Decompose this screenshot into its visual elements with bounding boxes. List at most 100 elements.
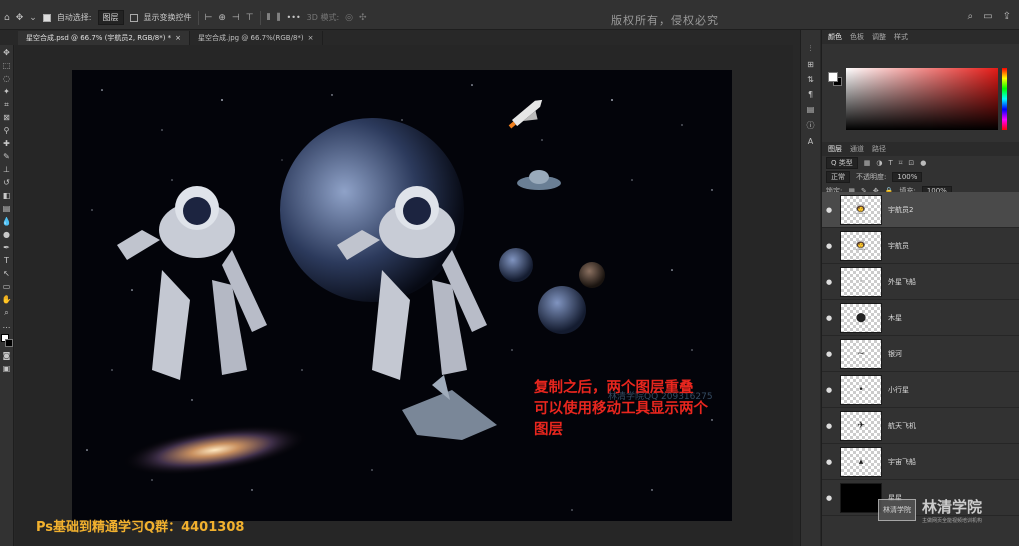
tab-layers[interactable]: 图层 — [828, 144, 842, 154]
layer-list: ● 🧑‍🚀 宇航员2 ● 🧑‍🚀 宇航员 ● · 外星飞船 ● ⬤ 木星 ● ∼ 银河 ● • 小行星 … — [822, 192, 1019, 516]
color-swatches[interactable] — [0, 334, 13, 348]
move-tool-icon[interactable]: ✥ — [16, 13, 24, 23]
healing-brush-icon[interactable]: ✚ — [3, 139, 10, 149]
blend-mode-select[interactable]: 正常 — [826, 171, 850, 183]
visibility-eye-icon[interactable]: ● — [822, 350, 836, 358]
move-tool-icon[interactable]: ✥ — [3, 48, 10, 58]
close-icon[interactable]: × — [308, 34, 314, 42]
tab-color[interactable]: 颜色 — [828, 32, 842, 42]
history-icon[interactable]: ⫶ — [810, 44, 812, 54]
visibility-eye-icon[interactable]: ● — [822, 242, 836, 250]
lasso-tool-icon[interactable]: ◌ — [3, 74, 10, 84]
filter-pixel-icon[interactable]: ▦ — [864, 159, 871, 167]
distribute-icon[interactable]: ⫴ — [267, 13, 271, 23]
frame-tool-icon[interactable]: ⊠ — [3, 113, 10, 123]
layer-row[interactable]: ● ✈ 航天飞机 — [822, 408, 1019, 444]
eraser-tool-icon[interactable]: ◧ — [3, 191, 11, 201]
visibility-eye-icon[interactable]: ● — [822, 206, 836, 214]
crop-tool-icon[interactable]: ⌗ — [4, 100, 9, 110]
history-brush-icon[interactable]: ↺ — [3, 178, 10, 188]
more-tools-icon[interactable]: … — [3, 321, 11, 331]
magic-wand-icon[interactable]: ✦ — [3, 87, 10, 97]
align-center-icon[interactable]: ⊕ — [218, 13, 226, 23]
zoom-tool-icon[interactable]: ⌕ — [4, 308, 8, 318]
opacity-input[interactable]: 100% — [892, 172, 923, 182]
filter-toggle-icon[interactable]: ● — [920, 159, 926, 167]
layer-row[interactable]: ● ⬤ 木星 — [822, 300, 1019, 336]
filter-shape-icon[interactable]: ⌑ — [899, 159, 903, 167]
right-panel: 颜色 色板 调整 样式 图层 通道 路径 Q 类型 ▦ ◑ T ⌑ ⊡ ● 正常… — [821, 30, 1019, 546]
background-color[interactable] — [4, 339, 13, 347]
visibility-eye-icon[interactable]: ● — [822, 458, 836, 466]
layers-panel-tabs: 图层 通道 路径 — [822, 142, 1019, 156]
tab-styles[interactable]: 样式 — [894, 32, 908, 42]
pen-tool-icon[interactable]: ✒ — [3, 243, 10, 253]
screen-mode-icon[interactable]: ▣ — [3, 364, 11, 374]
hand-tool-icon[interactable]: ✋ — [2, 295, 12, 305]
auto-select-checkbox[interactable] — [42, 13, 51, 22]
layer-row[interactable]: ● · 外星飞船 — [822, 264, 1019, 300]
tab-adjustments[interactable]: 调整 — [872, 32, 886, 42]
search-icon[interactable]: ⌕ — [968, 11, 974, 22]
layer-row[interactable]: ● ∼ 银河 — [822, 336, 1019, 372]
distribute-vertical-icon[interactable]: ⫼ — [276, 13, 280, 23]
dodge-tool-icon[interactable]: ● — [3, 230, 10, 240]
type-tool-icon[interactable]: T — [4, 256, 9, 266]
tab-paths[interactable]: 路径 — [872, 144, 886, 154]
paragraph-icon[interactable]: ¶ — [808, 90, 813, 99]
stamp-tool-icon[interactable]: ⊥ — [3, 165, 10, 175]
align-left-icon[interactable]: ⊢ — [205, 13, 213, 23]
tab-psd[interactable]: 星空合成.psd @ 66.7% (宇航员2, RGB/8*) * × — [18, 31, 191, 45]
brush-tool-icon[interactable]: ✎ — [3, 152, 10, 162]
eyedropper-icon[interactable]: ⚲ — [4, 126, 10, 136]
tab-label: 星空合成.jpg @ 66.7%(RGB/8*) — [198, 34, 304, 42]
character-icon[interactable]: A — [808, 137, 813, 146]
visibility-eye-icon[interactable]: ● — [822, 386, 836, 394]
library-icon[interactable]: ▤ — [807, 105, 815, 114]
visibility-eye-icon[interactable]: ● — [822, 278, 836, 286]
3d-orbit-icon[interactable]: ◎ — [345, 13, 353, 23]
color-field[interactable] — [846, 68, 998, 130]
visibility-eye-icon[interactable]: ● — [822, 494, 836, 502]
filter-adjust-icon[interactable]: ◑ — [876, 159, 882, 167]
workspace-icon[interactable]: ▭ — [983, 11, 992, 22]
adjust-icon[interactable]: ⇅ — [807, 75, 814, 84]
layer-filter-select[interactable]: Q 类型 — [826, 157, 858, 169]
layer-name: 宇航员 — [888, 241, 909, 250]
marquee-tool-icon[interactable]: ⬚ — [3, 61, 11, 71]
blur-tool-icon[interactable]: 💧 — [2, 217, 12, 227]
document-canvas[interactable] — [72, 70, 732, 521]
tab-jpg[interactable]: 星空合成.jpg @ 66.7%(RGB/8*) × — [190, 31, 323, 45]
3d-pan-icon[interactable]: ✣ — [359, 13, 367, 23]
filter-smart-icon[interactable]: ⊡ — [908, 159, 914, 167]
close-icon[interactable]: × — [175, 34, 181, 42]
hue-slider[interactable] — [1002, 68, 1007, 130]
auto-select-dropdown[interactable]: 图层 — [97, 10, 124, 25]
tab-swatches[interactable]: 色板 — [850, 32, 864, 42]
layer-row[interactable]: ● 🧑‍🚀 宇航员2 — [822, 192, 1019, 228]
gradient-tool-icon[interactable]: ▤ — [3, 204, 11, 214]
path-select-icon[interactable]: ↖ — [3, 269, 10, 279]
filter-type-icon[interactable]: T — [888, 159, 892, 167]
foreground-color[interactable] — [828, 72, 838, 82]
layer-row[interactable]: ● 🧑‍🚀 宇航员 — [822, 228, 1019, 264]
properties-icon[interactable]: ⊞ — [807, 60, 814, 69]
tab-channels[interactable]: 通道 — [850, 144, 864, 154]
layer-row[interactable]: ● • 小行星 — [822, 372, 1019, 408]
layer-thumbnail: ∼ — [840, 338, 882, 369]
quick-mask-icon[interactable]: ◙ — [3, 351, 11, 361]
layer-row[interactable]: ● ▴ 宇宙飞船 — [822, 444, 1019, 480]
share-icon[interactable]: ⇪ — [1003, 11, 1011, 22]
logo-name: 林清学院 — [922, 498, 983, 516]
layer-name: 银河 — [888, 349, 902, 358]
info-icon[interactable]: ⓘ — [807, 120, 815, 131]
visibility-eye-icon[interactable]: ● — [822, 422, 836, 430]
shape-tool-icon[interactable]: ▭ — [3, 282, 11, 292]
chevron-down-icon[interactable]: ⌄ — [29, 13, 37, 23]
align-top-icon[interactable]: ⊤ — [246, 13, 254, 23]
visibility-eye-icon[interactable]: ● — [822, 314, 836, 322]
align-right-icon[interactable]: ⊣ — [232, 13, 240, 23]
home-icon[interactable]: ⌂ — [4, 13, 10, 23]
more-options[interactable]: ••• — [287, 13, 301, 22]
show-transform-checkbox[interactable] — [129, 13, 138, 22]
